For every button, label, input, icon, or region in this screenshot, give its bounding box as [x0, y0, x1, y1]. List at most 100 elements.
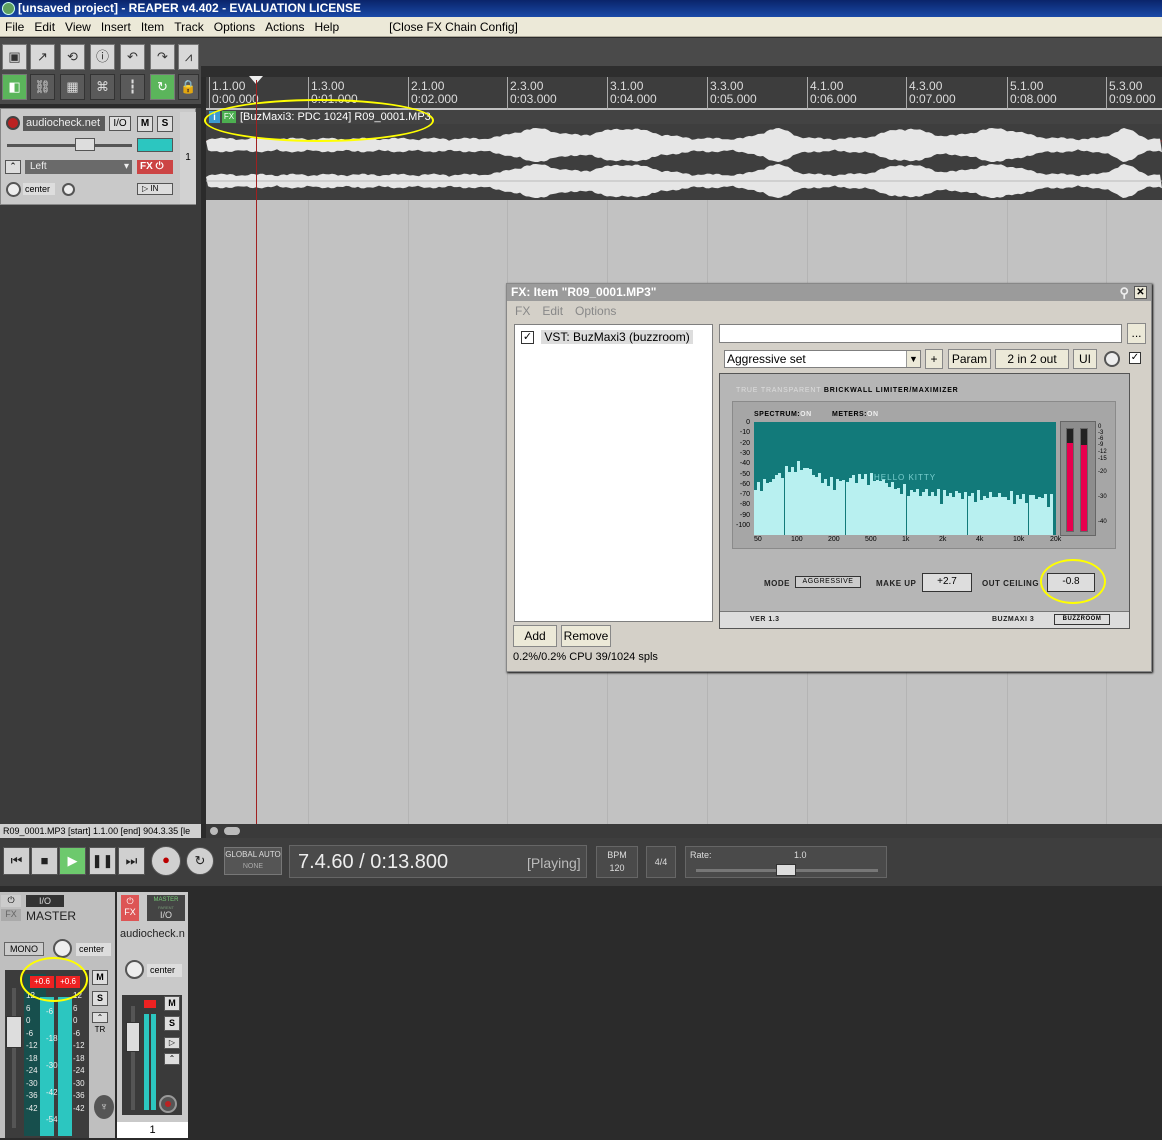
envelope-toggle-icon[interactable]: ⌃ [5, 160, 21, 174]
undo-icon[interactable]: ↶ [120, 44, 145, 70]
track-fx-button[interactable]: FX ⏻ [137, 160, 173, 174]
menu-file[interactable]: File [0, 17, 29, 37]
master-tr-label[interactable]: TR [92, 1025, 108, 1036]
horizontal-scrollbar[interactable] [206, 824, 1162, 838]
playrate-control[interactable]: Rate: 1.0 [685, 846, 887, 878]
repeat-icon[interactable]: ↻ [186, 847, 214, 875]
project-settings-icon[interactable]: ⓘ [90, 44, 115, 70]
brand-logo[interactable]: BUZZROOM [1054, 614, 1110, 625]
mixer-track-io-button[interactable]: I/O [147, 909, 185, 921]
add-preset-button[interactable]: + [925, 349, 943, 369]
fx-window-title-bar[interactable]: FX: Item "R09_0001.MP3" ⚲ ✕ [507, 284, 1151, 301]
track-mute-button[interactable]: M [137, 116, 153, 132]
remove-fx-button[interactable]: Remove [561, 625, 611, 647]
pause-icon[interactable]: ❚❚ [89, 847, 116, 875]
menu-actions[interactable]: Actions [260, 17, 309, 37]
fx-menu-fx[interactable]: FX [515, 304, 530, 318]
mixer-track-envelope-icon[interactable]: ⌃ [164, 1053, 180, 1065]
menu-insert[interactable]: Insert [96, 17, 136, 37]
io-pins-button[interactable]: 2 in 2 out [995, 349, 1069, 369]
preset-select[interactable]: Aggressive set ▼ [724, 350, 921, 368]
ripple-edit-icon[interactable]: ⛓ [30, 74, 55, 100]
track-io-button[interactable]: I/O [109, 116, 131, 131]
scroll-thumb[interactable] [224, 827, 240, 835]
param-button[interactable]: Param [948, 349, 991, 369]
menu-item[interactable]: Item [136, 17, 169, 37]
metronome-icon[interactable]: ⩘ [178, 44, 199, 70]
mixer-settings-icon[interactable]: ♆ [94, 1095, 114, 1119]
loop-icon[interactable]: ↻ [150, 74, 175, 100]
scroll-left-icon[interactable] [210, 827, 218, 835]
play-icon[interactable]: ▶ [59, 847, 86, 875]
menu-edit[interactable]: Edit [29, 17, 60, 37]
go-to-start-icon[interactable]: ⏮ [3, 847, 30, 875]
master-send-button[interactable]: MASTER [147, 895, 185, 905]
mixer-track-fx-button[interactable]: ⏻ FX [121, 895, 139, 921]
fx-menu-options[interactable]: Options [575, 304, 616, 318]
time-signature[interactable]: 4/4 [646, 846, 676, 878]
preset-name-input[interactable] [719, 324, 1122, 343]
record-arm-icon[interactable] [6, 116, 20, 130]
record-icon[interactable]: ● [151, 846, 181, 876]
master-power-icon[interactable]: ⏻ [1, 895, 21, 907]
mixer-track-fader-handle[interactable] [126, 1022, 140, 1052]
bypass-checkbox[interactable]: ✓ [1129, 352, 1141, 364]
menu-view[interactable]: View [60, 17, 96, 37]
master-io-button[interactable]: I/O [26, 895, 64, 907]
open-project-icon[interactable]: ↗ [30, 44, 55, 70]
track-name-field[interactable]: audiocheck.net [23, 116, 105, 131]
snap-icon[interactable]: ◧ [2, 74, 27, 100]
lock-icon[interactable]: 🔒 [178, 74, 199, 100]
master-solo-button[interactable]: S [92, 991, 108, 1006]
new-project-icon[interactable]: ▣ [2, 44, 27, 70]
master-pan-knob[interactable] [53, 939, 72, 958]
master-fx-button[interactable]: FX [1, 909, 21, 921]
time-display[interactable]: 7.4.60 / 0:13.800 [Playing] [289, 845, 587, 878]
track-solo-button[interactable]: S [157, 116, 173, 132]
global-auto-button[interactable]: GLOBAL AUTO NONE [224, 847, 282, 875]
fx-enable-checkbox[interactable]: ✓ [521, 331, 534, 345]
envelope-icon[interactable]: ┇ [120, 74, 145, 100]
mode-selector[interactable]: AGGRESSIVE [795, 576, 861, 588]
pan-knob[interactable] [6, 182, 21, 197]
master-mute-button[interactable]: M [92, 970, 108, 985]
add-fx-button[interactable]: Add [513, 625, 557, 647]
meters-toggle[interactable]: METERS:ON [832, 411, 879, 418]
browse-button[interactable]: ... [1127, 323, 1146, 344]
fx-list-item[interactable]: ✓ VST: BuzMaxi3 (buzzroom) [521, 329, 693, 345]
track-input-monitor-button[interactable]: ▷ IN [137, 183, 173, 195]
x-axis-label: 20k [1050, 536, 1062, 543]
grid-icon[interactable]: ▦ [60, 74, 85, 100]
bpm-display[interactable]: BPM 120 [596, 846, 638, 878]
mixer-track-input-monitor-icon[interactable]: ▷ [164, 1037, 180, 1049]
mixer-track-pan-knob[interactable] [125, 960, 144, 979]
mixer-track-solo-button[interactable]: S [164, 1016, 180, 1031]
wet-dry-knob[interactable] [1104, 351, 1120, 367]
track-input-select[interactable]: Left ▾ [25, 160, 132, 174]
volume-slider-handle[interactable] [75, 138, 95, 151]
pin-icon[interactable]: ⚲ [1119, 284, 1129, 301]
menu-help[interactable]: Help [309, 17, 344, 37]
ui-toggle-button[interactable]: UI [1073, 349, 1097, 369]
save-project-icon[interactable]: ⟲ [60, 44, 85, 70]
playrate-slider-handle[interactable] [776, 864, 796, 876]
phase-icon[interactable] [62, 183, 75, 196]
menu-options[interactable]: Options [209, 17, 260, 37]
makeup-value[interactable]: +2.7 [922, 573, 972, 592]
master-fader-handle[interactable] [6, 1016, 22, 1048]
mixer-track-record-arm-icon[interactable] [159, 1095, 177, 1113]
mono-button[interactable]: MONO [4, 942, 44, 956]
redo-icon[interactable]: ↷ [150, 44, 175, 70]
auto-crossfade-icon[interactable]: ⌘ [90, 74, 115, 100]
close-icon[interactable]: ✕ [1134, 286, 1147, 299]
stop-icon[interactable]: ■ [31, 847, 58, 875]
go-to-end-icon[interactable]: ⏭ [118, 847, 145, 875]
spectrum-toggle[interactable]: SPECTRUM:ON [754, 411, 812, 418]
menu-close-fx-chain-config[interactable]: [Close FX Chain Config] [384, 17, 523, 37]
fx-list[interactable]: ✓ VST: BuzMaxi3 (buzzroom) [514, 324, 713, 622]
master-envelope-icon[interactable]: ⌃ [92, 1012, 108, 1023]
fx-menu-edit[interactable]: Edit [542, 304, 563, 318]
menu-track[interactable]: Track [169, 17, 209, 37]
track-volume-slider[interactable] [7, 144, 132, 147]
mixer-track-mute-button[interactable]: M [164, 996, 180, 1011]
